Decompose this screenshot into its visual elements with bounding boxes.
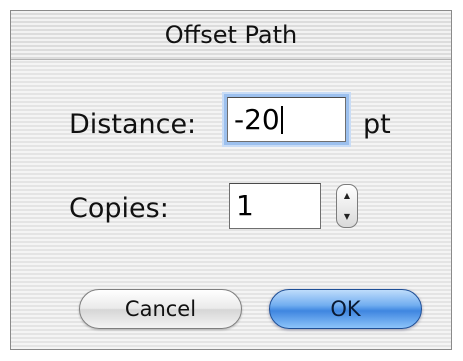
text-caret [280, 106, 283, 134]
offset-path-dialog: Offset Path Distance: -20 pt Copies: 1 ▲… [10, 10, 452, 350]
cancel-button[interactable]: Cancel [79, 289, 242, 329]
ok-button[interactable]: OK [269, 289, 422, 329]
distance-field[interactable]: -20 [227, 97, 346, 142]
copies-field[interactable]: 1 [229, 183, 321, 229]
dialog-title: Offset Path [11, 11, 451, 60]
distance-unit: pt [363, 109, 391, 140]
copies-label: Copies: [69, 193, 169, 224]
stepper-up-arrow-icon[interactable]: ▲ [337, 185, 357, 206]
stepper-down-arrow-icon[interactable]: ▼ [337, 206, 357, 227]
up-down-stepper-icon[interactable]: ▲ ▼ [336, 184, 358, 228]
distance-label: Distance: [69, 109, 197, 140]
distance-value: -20 [234, 103, 280, 136]
